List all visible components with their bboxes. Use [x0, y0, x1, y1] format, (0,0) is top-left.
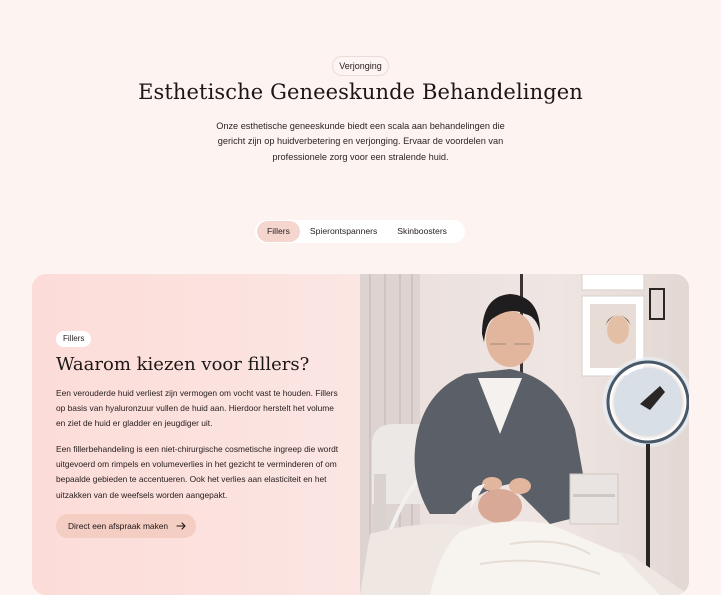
treatment-tabs: Fillers Spierontspanners Skinboosters: [255, 220, 465, 243]
tab-fillers[interactable]: Fillers: [257, 221, 300, 242]
card-content: Fillers Waarom kiezen voor fillers? Een …: [32, 274, 360, 595]
card-paragraph-2: Een fillerbehandeling is een niet-chirur…: [56, 444, 339, 500]
treatment-card: Fillers Waarom kiezen voor fillers? Een …: [32, 274, 689, 595]
arrow-right-icon: [176, 522, 186, 530]
page-title: Esthetische Geneeskunde Behandelingen: [138, 80, 583, 104]
cta-label: Direct een afspraak maken: [68, 521, 169, 531]
treatment-photo: [360, 274, 689, 595]
card-paragraph-1: Een verouderde huid verliest zijn vermog…: [56, 388, 338, 429]
card-tag: Fillers: [56, 331, 92, 347]
intro-text: Onze esthetische geneeskunde biedt een s…: [216, 121, 505, 162]
eyebrow-badge: Verjonging: [332, 56, 389, 76]
tab-skinboosters[interactable]: Skinboosters: [387, 221, 457, 242]
tab-spierontspanners[interactable]: Spierontspanners: [300, 221, 387, 242]
card-title: Waarom kiezen voor fillers?: [56, 354, 310, 375]
book-appointment-button[interactable]: Direct een afspraak maken: [56, 514, 196, 538]
